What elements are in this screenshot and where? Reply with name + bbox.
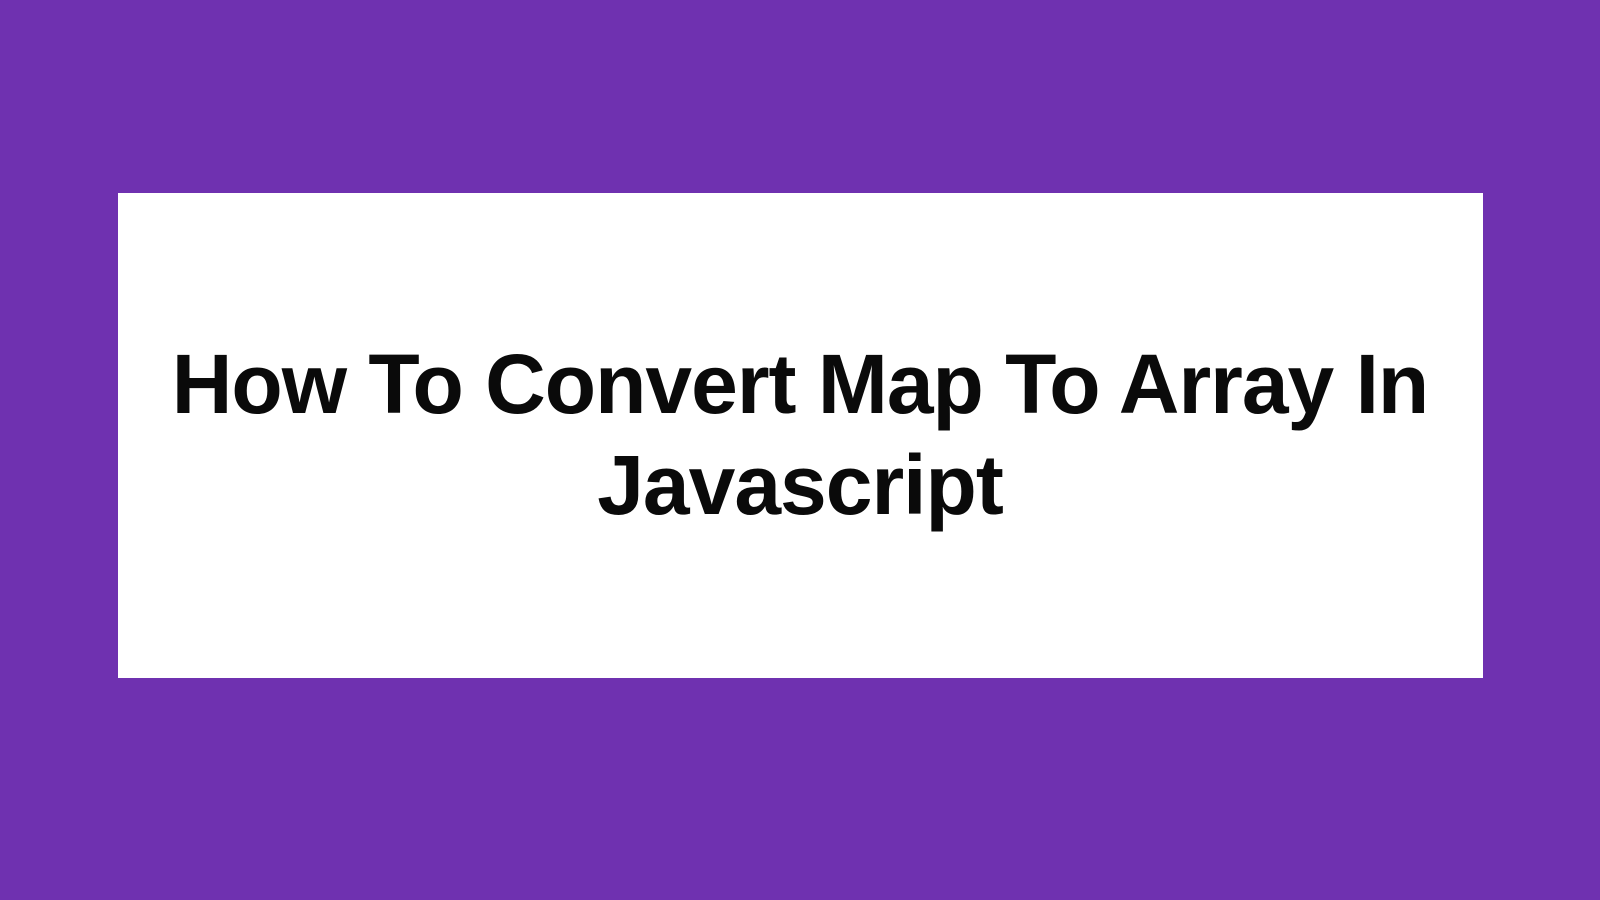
main-title: How To Convert Map To Array In Javascrip… (158, 334, 1443, 536)
title-card: How To Convert Map To Array In Javascrip… (118, 193, 1483, 678)
